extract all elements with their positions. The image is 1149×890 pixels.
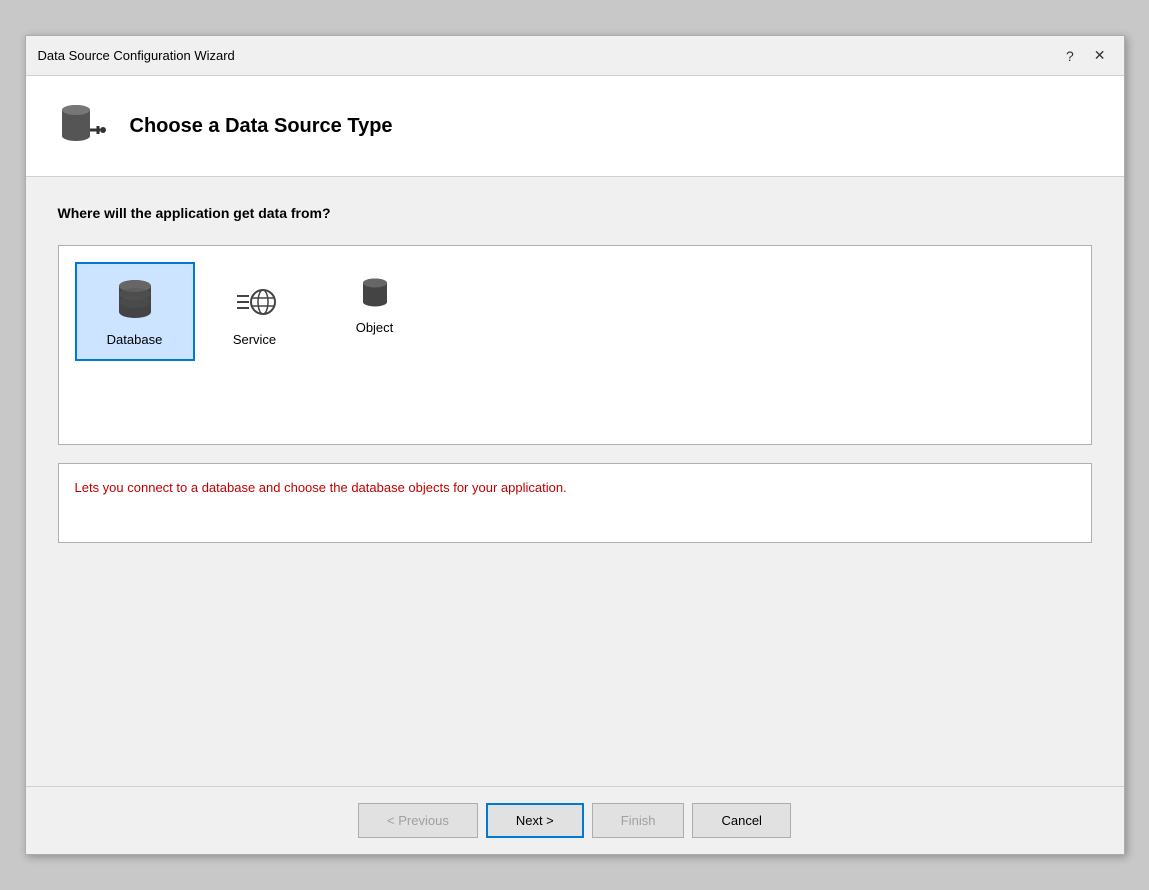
description-text: Lets you connect to a database and choos…	[75, 480, 567, 495]
title-bar: Data Source Configuration Wizard ? ✕	[26, 36, 1124, 76]
close-button[interactable]: ✕	[1088, 45, 1112, 66]
option-object-label: Object	[356, 320, 394, 335]
content-area: Where will the application get data from…	[26, 177, 1124, 786]
option-database-label: Database	[107, 332, 163, 347]
database-icon	[111, 276, 159, 324]
options-panel: Database Service	[58, 245, 1092, 445]
cancel-button[interactable]: Cancel	[692, 803, 790, 838]
finish-button[interactable]: Finish	[592, 803, 685, 838]
title-bar-controls: ? ✕	[1060, 45, 1112, 66]
question-label: Where will the application get data from…	[58, 205, 1092, 221]
footer: < Previous Next > Finish Cancel	[26, 786, 1124, 854]
header-icon	[50, 96, 110, 156]
option-database[interactable]: Database	[75, 262, 195, 361]
dialog-window: Data Source Configuration Wizard ? ✕ Cho…	[25, 35, 1125, 855]
option-service-label: Service	[233, 332, 276, 347]
description-panel: Lets you connect to a database and choos…	[58, 463, 1092, 543]
next-button[interactable]: Next >	[486, 803, 584, 838]
object-icon	[357, 276, 393, 312]
window-title: Data Source Configuration Wizard	[38, 48, 235, 63]
datasource-icon	[54, 100, 106, 152]
page-title: Choose a Data Source Type	[130, 115, 393, 138]
help-button[interactable]: ?	[1060, 46, 1080, 66]
header-area: Choose a Data Source Type	[26, 76, 1124, 177]
option-service[interactable]: Service	[195, 262, 315, 361]
service-icon	[231, 276, 279, 324]
previous-button[interactable]: < Previous	[358, 803, 478, 838]
option-object[interactable]: Object	[315, 262, 435, 349]
